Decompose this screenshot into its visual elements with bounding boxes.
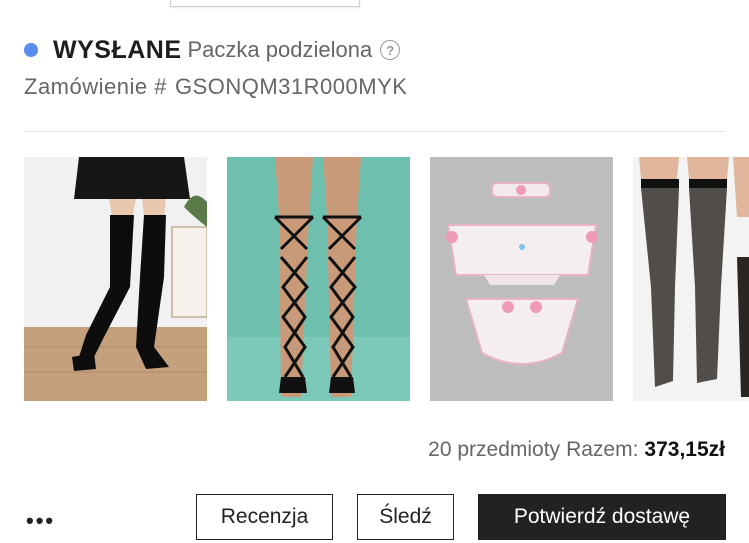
order-status: WYSŁANE Paczka podzielona ?	[24, 34, 401, 66]
order-label: Zamówienie #	[24, 74, 167, 99]
question-circle-icon[interactable]: ?	[380, 40, 401, 60]
more-options-icon[interactable]: •••	[26, 508, 55, 534]
split-package-label: Paczka podzielona	[187, 37, 373, 62]
review-button[interactable]: Recenzja	[196, 494, 333, 540]
product-thumbnail[interactable]	[24, 157, 207, 401]
confirm-delivery-button[interactable]: Potwierdź dostawę	[478, 494, 726, 540]
order-number-row: Zamówienie # GSONQM31R000MYK	[24, 74, 407, 100]
product-thumbnail[interactable]	[430, 157, 613, 401]
status-label: WYSŁANE	[53, 35, 182, 64]
order-summary: 20 przedmioty Razem: 373,15zł	[428, 438, 725, 462]
total-label: Razem:	[566, 438, 639, 461]
product-thumbnails[interactable]	[24, 157, 749, 401]
product-thumbnail[interactable]	[633, 157, 749, 401]
top-tab	[170, 0, 360, 7]
track-button[interactable]: Śledź	[357, 494, 454, 540]
total-amount: 373,15zł	[644, 438, 725, 461]
product-thumbnail[interactable]	[227, 157, 410, 401]
divider	[24, 131, 725, 132]
order-number[interactable]: GSONQM31R000MYK	[175, 74, 407, 99]
items-count: 20 przedmioty	[428, 438, 561, 461]
status-dot	[24, 43, 38, 57]
